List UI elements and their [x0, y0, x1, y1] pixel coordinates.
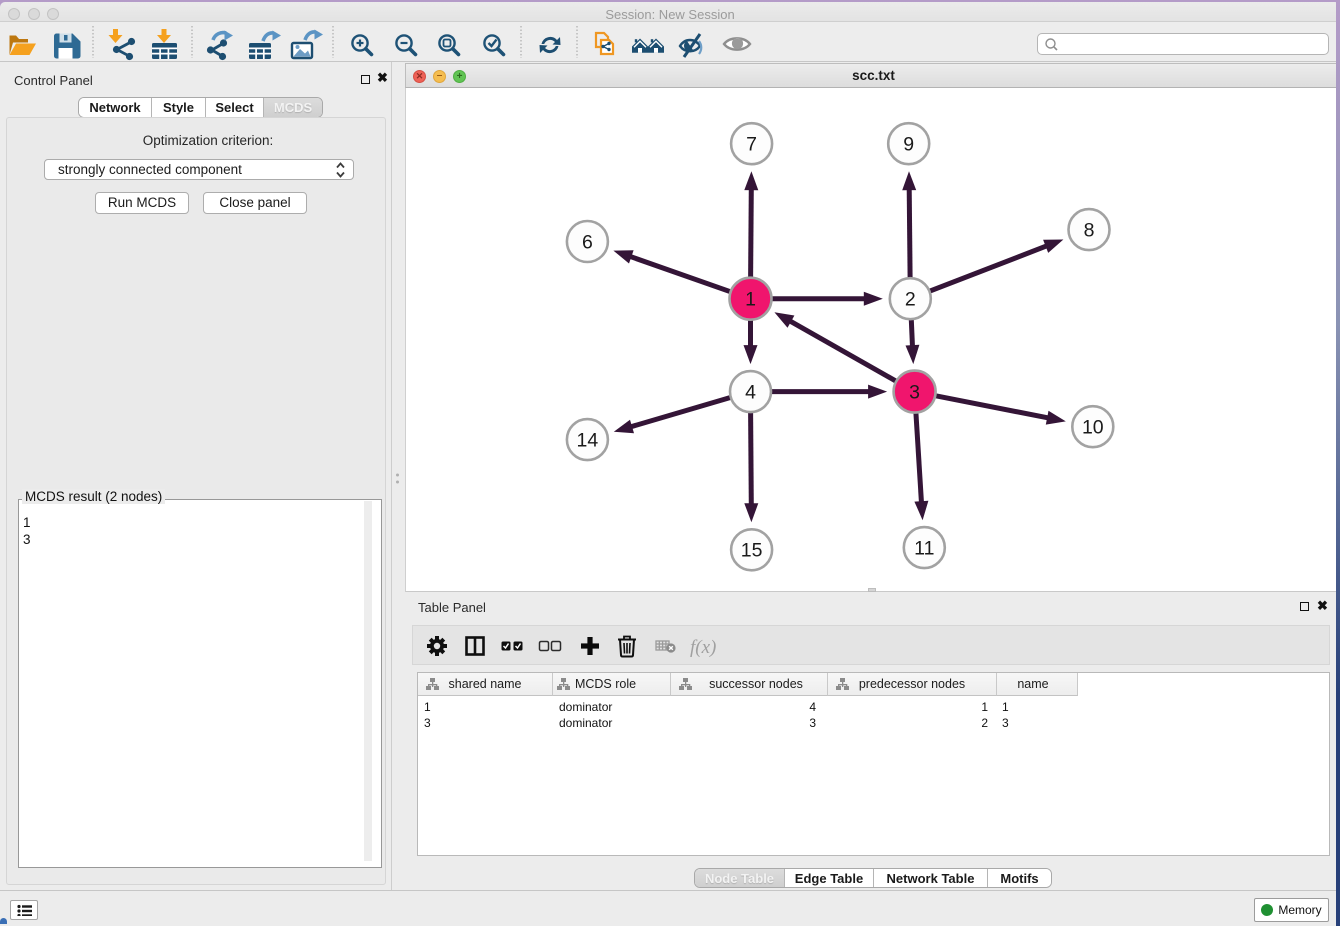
svg-text:3: 3 — [909, 381, 920, 403]
svg-text:1: 1 — [745, 289, 756, 311]
svg-text:4: 4 — [745, 381, 756, 403]
svg-text:10: 10 — [1082, 417, 1104, 439]
svg-text:11: 11 — [914, 537, 934, 559]
svg-text:6: 6 — [582, 231, 593, 253]
svg-text:7: 7 — [746, 134, 757, 156]
svg-text:2: 2 — [905, 289, 916, 311]
svg-text:14: 14 — [577, 429, 599, 451]
svg-text:f(x): f(x) — [690, 637, 716, 658]
svg-text:8: 8 — [1084, 219, 1095, 241]
svg-text:15: 15 — [741, 540, 763, 562]
svg-text:9: 9 — [903, 134, 914, 156]
